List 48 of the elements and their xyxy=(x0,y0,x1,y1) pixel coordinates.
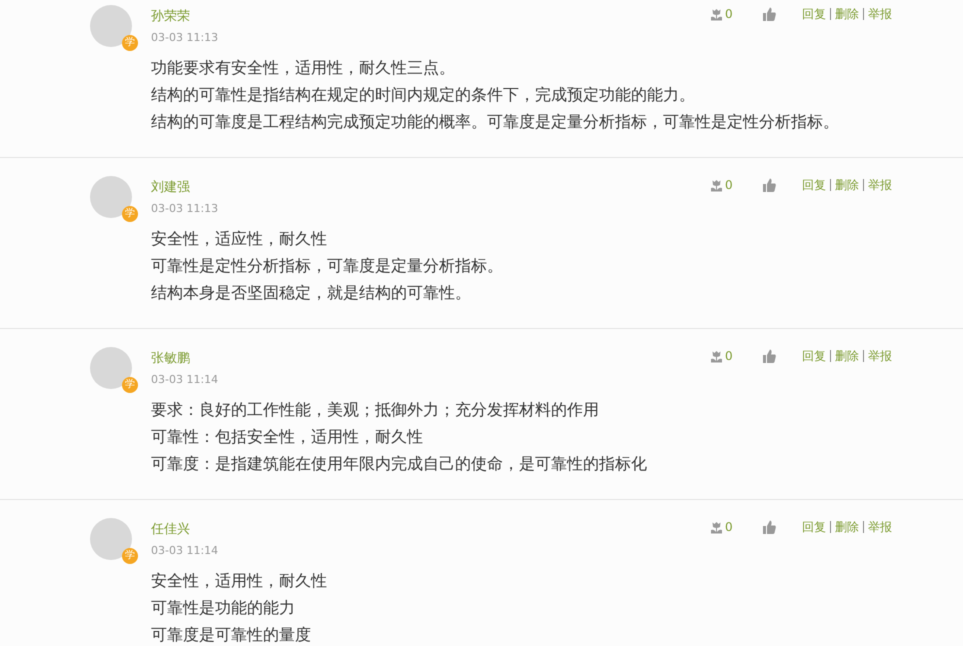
thumbs-up-icon[interactable] xyxy=(762,520,776,534)
flower-icon[interactable] xyxy=(710,350,723,362)
flower-icon[interactable] xyxy=(710,520,723,534)
action-link[interactable]: 回复 xyxy=(802,6,826,22)
flower-count: 0 xyxy=(725,7,733,21)
comment-text: 要求：良好的工作性能，美观；抵御外力；充分发挥材料的作用 xyxy=(151,399,600,421)
comment-text: 可靠度是可靠性的量度 xyxy=(151,624,312,646)
action-link[interactable]: 举报 xyxy=(868,518,892,536)
action-link[interactable]: 删除 xyxy=(835,6,859,22)
comment-text: 结构的可靠性是指结构在规定的时间内规定的条件下，完成预定功能的能力。 xyxy=(151,84,696,106)
thumbs-up-icon[interactable] xyxy=(762,349,776,363)
student-badge: 学 xyxy=(122,206,138,222)
thumbs-up-icon[interactable] xyxy=(762,7,776,21)
action-link[interactable]: 举报 xyxy=(868,6,892,22)
action-link[interactable]: 删除 xyxy=(835,348,859,364)
user-name[interactable]: 任佳兴 xyxy=(151,522,190,537)
flower-count: 0 xyxy=(725,520,733,534)
student-badge: 学 xyxy=(122,377,138,393)
flower-icon[interactable] xyxy=(710,8,723,20)
action-link[interactable]: 回复 xyxy=(802,348,826,364)
flower-count: 0 xyxy=(725,178,733,192)
comment-text: 安全性，适应性，耐久性 xyxy=(151,228,328,250)
student-badge: 学 xyxy=(122,35,138,51)
flower-icon[interactable] xyxy=(710,178,723,192)
comment-text: 可靠性是功能的能力 xyxy=(151,597,296,619)
comment-text: 安全性，适用性，耐久性 xyxy=(151,570,328,592)
action-link[interactable]: 删除 xyxy=(835,518,859,536)
student-badge: 学 xyxy=(122,548,138,564)
action-link[interactable]: 删除 xyxy=(835,176,859,194)
action-link[interactable]: 回复 xyxy=(802,518,826,536)
flower-count: 0 xyxy=(725,349,733,363)
comment-time: 03-03 11:13 xyxy=(151,31,218,44)
action-link[interactable]: 举报 xyxy=(868,348,892,364)
comment-time: 03-03 11:13 xyxy=(151,202,218,215)
comment-text: 结构的可靠度是工程结构完成预定功能的概率。可靠度是定量分析指标，可靠性是定性分析指标。 xyxy=(151,111,840,133)
user-name[interactable]: 张敏鹏 xyxy=(151,351,190,366)
comment-text: 结构本身是否坚固稳定，就是结构的可靠性。 xyxy=(151,282,472,304)
action-link[interactable]: 举报 xyxy=(868,176,892,194)
action-link[interactable]: 回复 xyxy=(802,176,826,194)
comment-text: 可靠性：包括安全性，适用性，耐久性 xyxy=(151,426,424,448)
comment-time: 03-03 11:14 xyxy=(151,544,218,557)
comment-text: 可靠性是定性分析指标，可靠度是定量分析指标。 xyxy=(151,255,504,277)
comment-text: 功能要求有安全性，适用性，耐久性三点。 xyxy=(151,57,456,79)
comment-text: 可靠度：是指建筑能在使用年限内完成自己的使命，是可靠性的指标化 xyxy=(151,453,648,475)
comment-time: 03-03 11:14 xyxy=(151,373,218,386)
user-name[interactable]: 孙荣荣 xyxy=(151,9,190,24)
thumbs-up-icon[interactable] xyxy=(762,178,776,192)
user-name[interactable]: 刘建强 xyxy=(151,180,190,195)
